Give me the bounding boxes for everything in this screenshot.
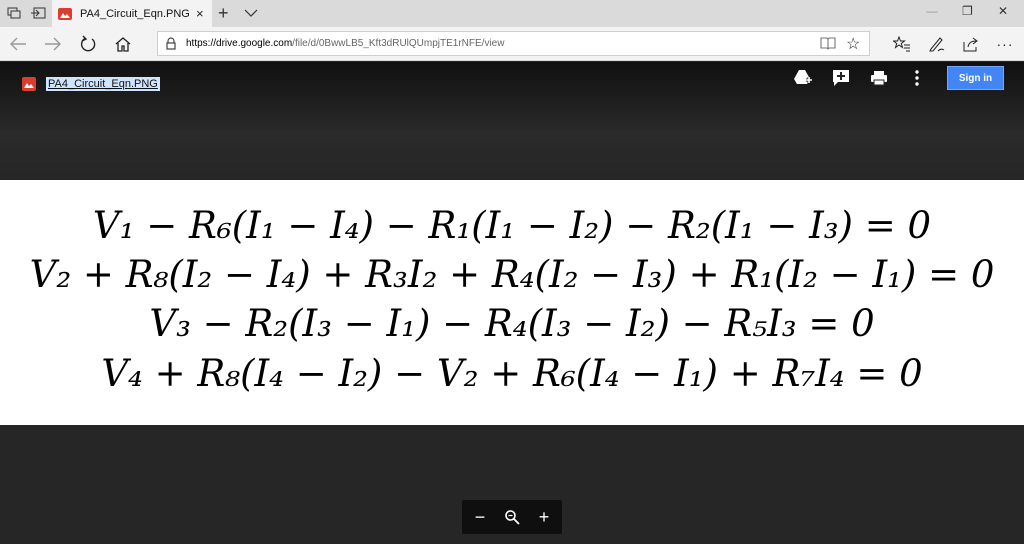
tab-strip: PA4_Circuit_Eqn.PNG - ( × + — ❐ ✕ [0,0,1024,27]
favorites-icon[interactable] [891,34,913,54]
more-vert-icon[interactable] [906,67,928,89]
browser-tab[interactable]: PA4_Circuit_Eqn.PNG - ( × [52,0,212,27]
tab-title: PA4_Circuit_Eqn.PNG - ( [80,7,192,20]
chevron-down-icon[interactable] [244,5,258,23]
star-icon[interactable]: ☆ [846,34,860,54]
zoom-out-button[interactable]: − [468,505,492,529]
url-host: https://drive.google.com [186,38,293,49]
restore-button[interactable]: ❐ [962,4,973,18]
back-arrow-icon[interactable] [7,34,29,54]
lock-icon [166,37,176,55]
image-file-icon [22,77,36,91]
zoom-controls: − + [462,500,562,534]
address-bar-row: https://drive.google.com/file/d/0BwwLB5_… [0,27,1024,61]
equation-line: V₁ − R₆(I₁ − I₄) − R₁(I₁ − I₂) − R₂(I₁ −… [92,204,932,247]
equation-line: V₃ − R₂(I₃ − I₁) − R₄(I₃ − I₂) − R₅I₃ = … [149,302,875,345]
reading-view-icon[interactable] [820,36,836,55]
zoom-in-button[interactable]: + [532,505,556,529]
sign-in-button[interactable]: Sign in [947,66,1004,90]
equation-line: V₂ + R₈(I₂ − I₄) + R₃I₂ + R₄(I₂ − I₃) + … [29,253,995,296]
minimize-button[interactable]: — [926,4,938,18]
file-name[interactable]: PA4_Circuit_Eqn.PNG [46,77,160,91]
close-window-button[interactable]: ✕ [998,4,1008,18]
add-to-drive-icon[interactable] [792,67,814,89]
tab-actions-icon[interactable] [5,5,23,21]
equation-line: V₄ + R₈(I₄ − I₂) − V₂ + R₆(I₄ − I₁) + R₇… [101,352,923,395]
forward-arrow-icon[interactable] [42,34,64,54]
url-text: https://drive.google.com/file/d/0BwwLB5_… [186,38,504,49]
magnifier-icon[interactable] [500,505,524,529]
new-tab-button[interactable]: + [218,3,229,24]
image-file-icon [58,7,72,20]
share-icon[interactable] [960,34,982,54]
more-menu-button[interactable]: ··· [994,34,1016,54]
set-aside-tabs-icon[interactable] [29,5,47,21]
refresh-icon[interactable] [77,34,99,54]
add-comment-icon[interactable] [830,67,852,89]
print-icon[interactable] [868,67,890,89]
close-tab-icon[interactable]: × [196,6,204,21]
url-path: /file/d/0BwwLB5_Kft3dRUlQUmpjTE1rNFE/vie… [292,38,505,49]
pen-icon[interactable] [926,34,948,54]
url-field[interactable]: https://drive.google.com/file/d/0BwwLB5_… [157,31,870,56]
image-preview: V₁ − R₆(I₁ − I₄) − R₁(I₁ − I₂) − R₂(I₁ −… [0,180,1024,425]
home-icon[interactable] [112,34,134,54]
